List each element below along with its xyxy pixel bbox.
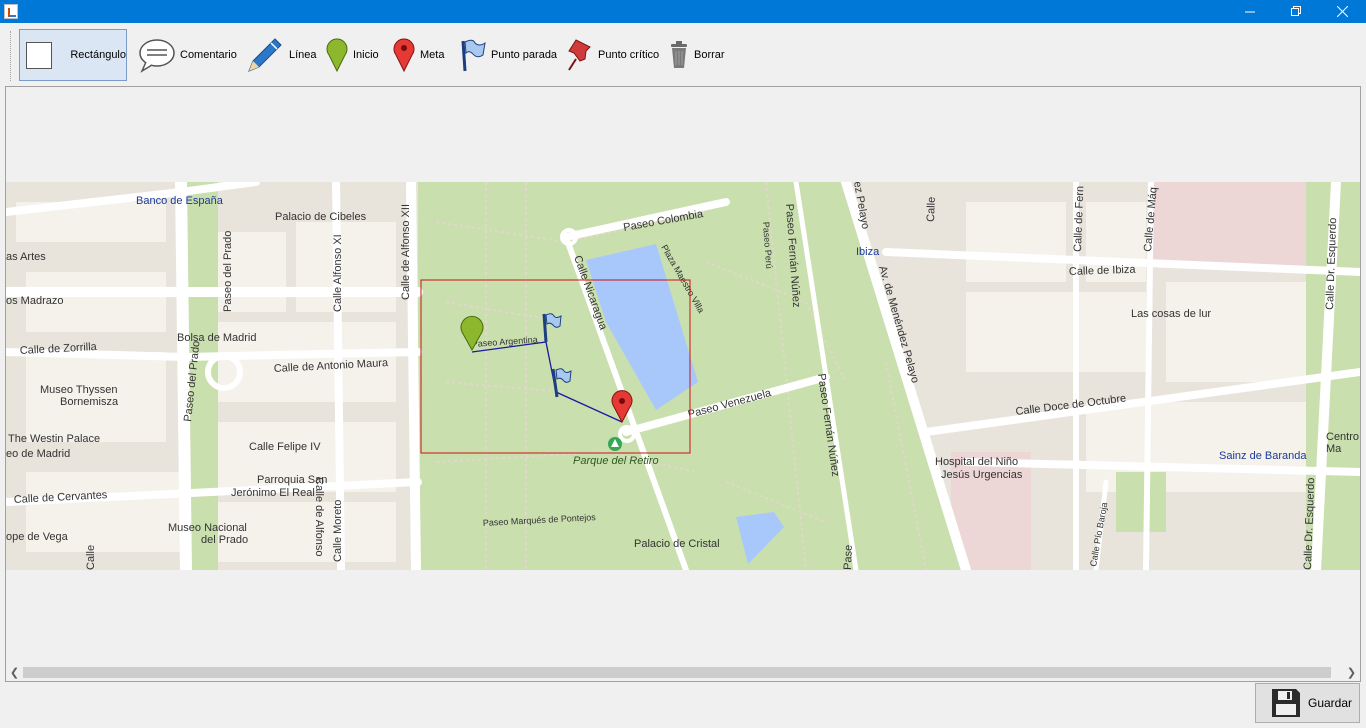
- map-label: Ma: [1326, 443, 1342, 455]
- map-label: Bolsa de Madrid: [177, 332, 257, 344]
- tool-line[interactable]: Línea: [245, 29, 317, 81]
- map-label: Palacio de Cibeles: [275, 211, 367, 223]
- map-label: os Madrazo: [6, 295, 63, 307]
- tool-label: Meta: [420, 49, 445, 61]
- tool-label: Borrar: [694, 49, 725, 61]
- map-label: Palacio de Cristal: [634, 538, 720, 550]
- map-label: Centro: [1326, 431, 1359, 443]
- scroll-right-button[interactable]: ❯: [1343, 664, 1360, 681]
- minimize-button[interactable]: [1227, 0, 1273, 23]
- map-label: Sainz de Baranda: [1219, 450, 1307, 462]
- save-button[interactable]: Guardar: [1255, 683, 1360, 723]
- map-label: Museo Thyssen: [40, 384, 117, 396]
- map-label: Hospital del Niño: [935, 456, 1018, 468]
- tool-goal[interactable]: Meta: [392, 29, 444, 81]
- map-label: eo de Madrid: [6, 448, 70, 460]
- green-pin-icon: [326, 38, 348, 73]
- title-bar: [0, 0, 1366, 23]
- tool-label: Punto crítico: [598, 49, 660, 61]
- save-label: Guardar: [1308, 696, 1353, 710]
- map-label: Paseo del Prado: [222, 231, 234, 312]
- tool-rectangle[interactable]: Rectángulo: [19, 29, 127, 81]
- drawing-canvas[interactable]: Banco de España Palacio de Cibeles as Ar…: [5, 86, 1361, 682]
- chevron-left-icon: ❮: [9, 667, 20, 679]
- chevron-right-icon: ❯: [1346, 667, 1357, 679]
- tool-comment[interactable]: Comentario: [138, 29, 237, 81]
- rectangle-icon: [26, 41, 53, 69]
- map-label: Banco de España: [136, 195, 224, 207]
- map-label: Calle Alfonso XI: [332, 234, 344, 312]
- tool-label: Comentario: [180, 49, 237, 61]
- map-label: The Westin Palace: [8, 433, 100, 445]
- map-label: Calle de Ibiza: [1069, 264, 1137, 278]
- floppy-disk-icon: [1272, 689, 1300, 717]
- map-label: Calle de Alfonso: [313, 477, 325, 557]
- pushpin-icon: [568, 39, 591, 71]
- map-label: Calle de Fern: [1072, 186, 1086, 252]
- map-label: Museo Nacional: [168, 522, 247, 534]
- scrollbar-thumb[interactable]: [23, 667, 1331, 678]
- tool-label: Inicio: [353, 49, 379, 61]
- map-label: ope de Vega: [6, 531, 69, 543]
- restore-icon: [1290, 6, 1301, 16]
- map-label: Las cosas de lur: [1131, 308, 1211, 320]
- close-icon: [1336, 6, 1348, 17]
- tool-stop[interactable]: Punto parada: [459, 29, 557, 81]
- tool-label: Punto parada: [491, 49, 558, 61]
- tool-delete[interactable]: Borrar: [668, 29, 725, 81]
- map-label: as Artes: [6, 251, 46, 263]
- map-label: Calle: [925, 197, 938, 222]
- tool-critical[interactable]: Punto crítico: [566, 29, 659, 81]
- map-label: Bornemisza: [60, 396, 119, 408]
- toolbar: Rectángulo Comentario Línea Inicio Meta: [0, 23, 1366, 86]
- minimize-icon: [1244, 11, 1255, 13]
- tool-start[interactable]: Inicio: [325, 29, 379, 81]
- pencil-icon: [248, 38, 282, 72]
- close-button[interactable]: [1319, 0, 1365, 23]
- red-pin-icon: [393, 38, 415, 73]
- java-app-icon: [4, 4, 18, 19]
- map-label: Ibiza: [856, 246, 880, 258]
- speech-bubble-icon: [139, 39, 175, 73]
- map-label: Jesús Urgencias: [941, 469, 1023, 481]
- map-label: Calle Felipe IV: [249, 441, 321, 453]
- toolbar-grip[interactable]: [10, 31, 13, 81]
- tool-label: Línea: [289, 49, 317, 61]
- map-label: Pase: [842, 545, 855, 570]
- map-label: Parque del Retiro: [573, 455, 659, 467]
- horizontal-scrollbar[interactable]: ❮ ❯: [6, 664, 1360, 681]
- map-label: Calle: [85, 545, 97, 570]
- flag-icon: [461, 39, 486, 72]
- map-image[interactable]: Banco de España Palacio de Cibeles as Ar…: [6, 182, 1360, 570]
- map-label: Calle de Alfonso XII: [400, 204, 412, 300]
- map-label: Jerónimo El Real: [231, 487, 315, 499]
- trash-icon: [671, 41, 687, 68]
- tool-label: Rectángulo: [70, 49, 126, 61]
- scroll-left-button[interactable]: ❮: [6, 664, 23, 681]
- map-label: del Prado: [201, 534, 248, 546]
- restore-button[interactable]: [1273, 0, 1319, 23]
- map-label: Calle Moreto: [332, 500, 344, 562]
